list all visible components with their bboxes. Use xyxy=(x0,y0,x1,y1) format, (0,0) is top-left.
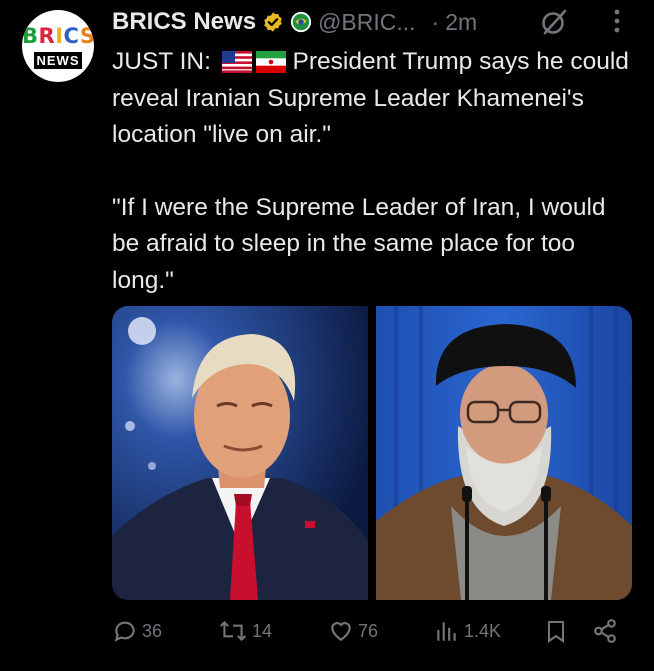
like-icon xyxy=(331,622,351,641)
share-icon xyxy=(594,619,616,643)
us-flag-icon xyxy=(221,51,252,73)
photo-khamenei[interactable] xyxy=(376,306,632,600)
reply-button[interactable]: 36 xyxy=(112,618,162,644)
iran-flag-icon xyxy=(255,51,286,73)
reply-count: 36 xyxy=(142,620,163,641)
share-button[interactable] xyxy=(592,618,618,644)
gold-verified-icon[interactable] xyxy=(262,11,284,33)
views-icon xyxy=(437,622,456,641)
bookmark-icon xyxy=(548,621,564,643)
like-count: 76 xyxy=(358,620,379,641)
tweet-quote: "If I were the Supreme Leader of Iran, I… xyxy=(112,193,606,294)
avatar-logo-brics: BRICS xyxy=(22,24,94,48)
views-button[interactable]: 1.4K xyxy=(434,618,501,644)
author-name[interactable]: BRICS News xyxy=(112,8,256,36)
repost-button[interactable]: 14 xyxy=(218,618,272,644)
avatar-logo-news: NEWS xyxy=(34,52,82,69)
tweet-text: JUST IN: President Trump says he could r… xyxy=(112,44,632,299)
reply-icon xyxy=(114,621,135,642)
separator-dot: · xyxy=(431,8,440,35)
tweet-header: BRICS News @BRIC... · 2m xyxy=(112,6,477,38)
action-bar: 36 14 76 1.4K xyxy=(112,618,632,648)
views-count: 1.4K xyxy=(464,620,502,641)
bookmark-button[interactable] xyxy=(544,618,568,644)
tweet-lead: JUST IN: xyxy=(112,48,211,75)
repost-icon xyxy=(219,620,247,642)
grok-icon[interactable] xyxy=(540,8,568,36)
more-icon[interactable] xyxy=(604,8,630,34)
avatar[interactable]: BRICS NEWS xyxy=(22,10,94,82)
photo-trump[interactable] xyxy=(112,306,368,600)
repost-count: 14 xyxy=(252,620,273,641)
like-button[interactable]: 76 xyxy=(328,618,378,644)
media-grid xyxy=(112,306,632,600)
timestamp[interactable]: 2m xyxy=(445,9,477,36)
affiliate-badge-icon[interactable] xyxy=(290,11,312,33)
author-handle[interactable]: @BRIC... xyxy=(318,9,415,36)
